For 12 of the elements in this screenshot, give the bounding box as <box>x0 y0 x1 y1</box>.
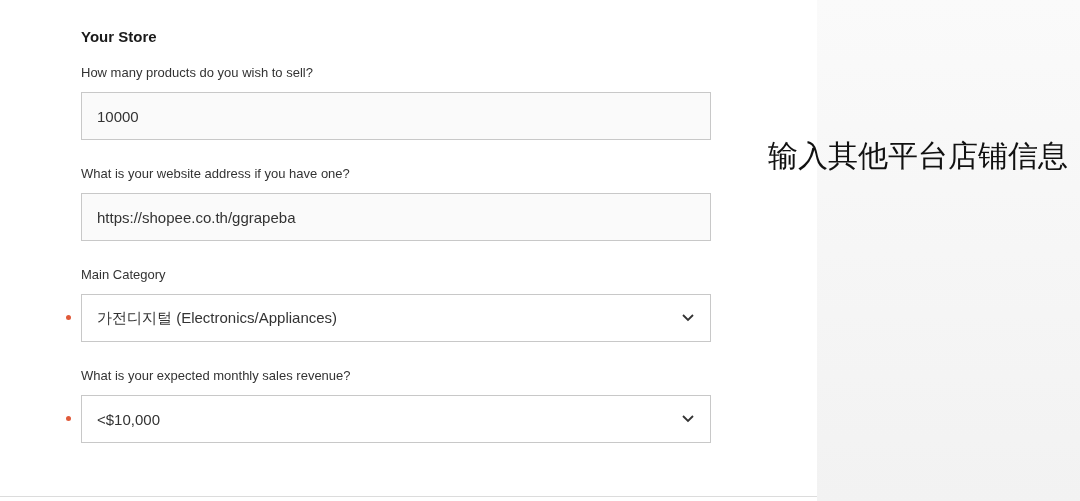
section-title: Your Store <box>81 28 158 45</box>
select-field[interactable]: 가전디지털 (Electronics/Appliances) <box>81 294 711 342</box>
field-label: What is your expected monthly sales revenue? <box>81 367 352 385</box>
input-field[interactable]: https://shopee.co.th/ggrapeba <box>81 193 711 241</box>
field-label: Main Category <box>81 266 167 284</box>
input-field[interactable]: 10000 <box>81 92 711 140</box>
chevron-down-icon <box>682 314 694 322</box>
field-label: How many products do you wish to sell? <box>81 64 314 82</box>
field-label: What is your website address if you have one? <box>81 165 351 183</box>
chevron-down-icon <box>682 415 694 423</box>
select-field[interactable]: <$10,000 <box>81 395 711 443</box>
caption: 输入其他平台店铺信息 <box>768 137 1068 175</box>
